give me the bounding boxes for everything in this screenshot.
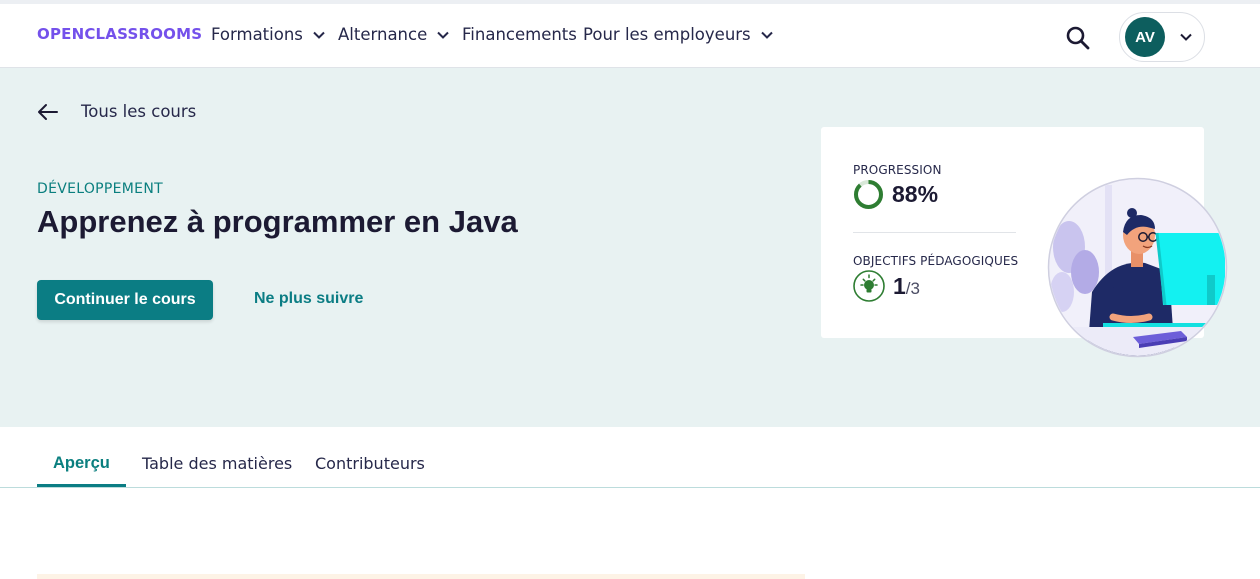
- objectives-total: /3: [905, 278, 920, 298]
- tab-contributeurs[interactable]: Contributeurs: [315, 454, 425, 473]
- objectives-row: 1/3: [853, 270, 920, 302]
- course-hero: Tous les cours DÉVELOPPEMENT Apprenez à …: [0, 68, 1260, 427]
- lightbulb-icon: [853, 270, 885, 302]
- nav-financements-label: Financements: [462, 25, 577, 44]
- top-navigation: OPENCLASSROOMS Formations Alternance Fin…: [0, 0, 1260, 68]
- nav-alternance-label: Alternance: [338, 25, 428, 44]
- chevron-down-icon: [437, 31, 449, 39]
- nav-employeurs[interactable]: Pour les employeurs: [583, 25, 774, 44]
- course-illustration: [1047, 177, 1228, 358]
- back-to-courses-link[interactable]: Tous les cours: [37, 102, 196, 121]
- nav-formations-label: Formations: [211, 25, 303, 44]
- chevron-down-icon: [313, 31, 325, 39]
- back-label: Tous les cours: [81, 102, 197, 121]
- chevron-down-icon: [1180, 33, 1192, 41]
- account-menu[interactable]: AV: [1119, 12, 1205, 62]
- course-tabs: Aperçu Table des matières Contributeurs: [0, 427, 1260, 488]
- active-tab-indicator: [37, 484, 126, 487]
- openclassrooms-logo[interactable]: OPENCLASSROOMS: [37, 25, 202, 43]
- progress-value: 88%: [892, 181, 939, 207]
- progress-row: 88%: [853, 179, 938, 210]
- course-title: Apprenez à programmer en Java: [37, 204, 518, 239]
- avatar: AV: [1125, 17, 1165, 57]
- nav-formations[interactable]: Formations: [211, 25, 326, 44]
- tab-apercu[interactable]: Aperçu: [53, 454, 110, 473]
- objectives-label: OBJECTIFS PÉDAGOGIQUES: [853, 254, 1019, 268]
- chevron-down-icon: [760, 31, 773, 39]
- course-category[interactable]: DÉVELOPPEMENT: [37, 181, 163, 197]
- nav-employeurs-label: Pour les employeurs: [583, 25, 751, 44]
- notice-banner: [37, 574, 805, 579]
- continue-course-button[interactable]: Continuer le cours: [37, 280, 213, 320]
- tab-table-des-matieres[interactable]: Table des matières: [142, 454, 292, 473]
- progress-ring-icon: [854, 180, 883, 209]
- progress-label: PROGRESSION: [853, 163, 942, 177]
- arrow-left-icon: [38, 103, 58, 120]
- unfollow-button[interactable]: Ne plus suivre: [254, 290, 363, 308]
- card-divider: [853, 232, 1016, 233]
- objectives-done: 1: [893, 272, 906, 299]
- search-icon[interactable]: [1064, 24, 1092, 52]
- objectives-count: 1/3: [893, 273, 920, 300]
- nav-financements[interactable]: Financements: [462, 25, 577, 44]
- nav-alternance[interactable]: Alternance: [338, 25, 450, 44]
